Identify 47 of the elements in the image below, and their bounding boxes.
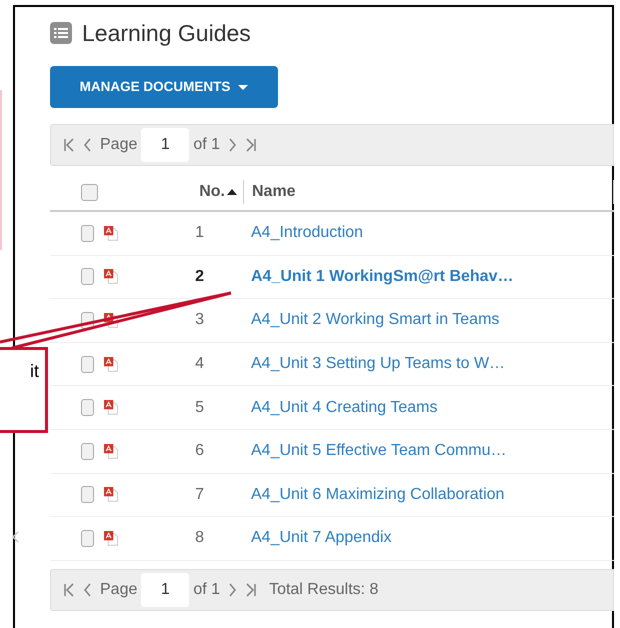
page-label: Page (100, 580, 138, 600)
row-number: 7 (194, 484, 205, 505)
checkbox[interactable] (81, 268, 94, 286)
column-header[interactable]: Name (252, 180, 296, 204)
document-link[interactable]: A4_Unit 5 Effective Team Commu… (251, 439, 507, 464)
last-page-icon[interactable] (245, 138, 258, 152)
document-link[interactable]: A4_Unit 6 Maximizing Collaboration (251, 482, 504, 507)
total-results: Total Results: 8 (269, 580, 378, 600)
row-number: 5 (194, 398, 205, 418)
page-label: Page (100, 135, 138, 155)
document-link[interactable]: A4_Unit 7 Appendix (251, 526, 392, 550)
row-number: 8 (194, 528, 205, 548)
panel-title: Learning Guides (82, 18, 251, 48)
document-link[interactable]: A4_Unit 3 Setting Up Teams to W… (251, 352, 506, 376)
document-link[interactable]: A4_Unit 2 Working Smart in Teams (251, 308, 500, 332)
checkbox[interactable] (81, 442, 94, 460)
previous-page-icon[interactable] (83, 582, 92, 597)
next-page-icon[interactable] (228, 138, 238, 152)
caret-icon (238, 84, 248, 90)
column-header[interactable]: No. (199, 180, 237, 204)
page-input[interactable]: 1 (141, 572, 190, 607)
list-icon (50, 22, 72, 44)
row-number: 2 (194, 266, 205, 287)
checkbox[interactable] (81, 356, 94, 373)
callout-text: it (30, 360, 39, 383)
previous-page-icon[interactable] (83, 138, 92, 152)
first-page-icon[interactable] (63, 138, 75, 152)
document-link[interactable]: A4_Unit 1 WorkingSm@rt Behav… (251, 264, 514, 289)
checkbox[interactable] (81, 224, 94, 242)
row-number: 4 (194, 354, 205, 374)
chevron-left-icon (11, 531, 19, 543)
page-input[interactable]: 1 (141, 128, 190, 162)
last-page-icon[interactable] (245, 582, 258, 597)
page-count: of 1 (193, 580, 220, 600)
row-number: 3 (194, 310, 205, 330)
document-link[interactable]: A4_Unit 4 Creating Teams (251, 396, 438, 420)
row-number: 1 (194, 223, 205, 244)
first-page-icon[interactable] (63, 582, 75, 597)
checkbox[interactable] (81, 399, 94, 416)
checkbox[interactable] (81, 486, 94, 504)
page-count: of 1 (193, 135, 220, 155)
checkbox[interactable] (81, 530, 94, 547)
checkbox[interactable] (81, 184, 98, 200)
manage-documents-button[interactable]: MANAGE DOCUMENTS (50, 66, 278, 108)
document-link[interactable]: A4_Introduction (251, 221, 364, 246)
next-page-icon[interactable] (228, 582, 238, 597)
row-number: 6 (194, 441, 205, 462)
